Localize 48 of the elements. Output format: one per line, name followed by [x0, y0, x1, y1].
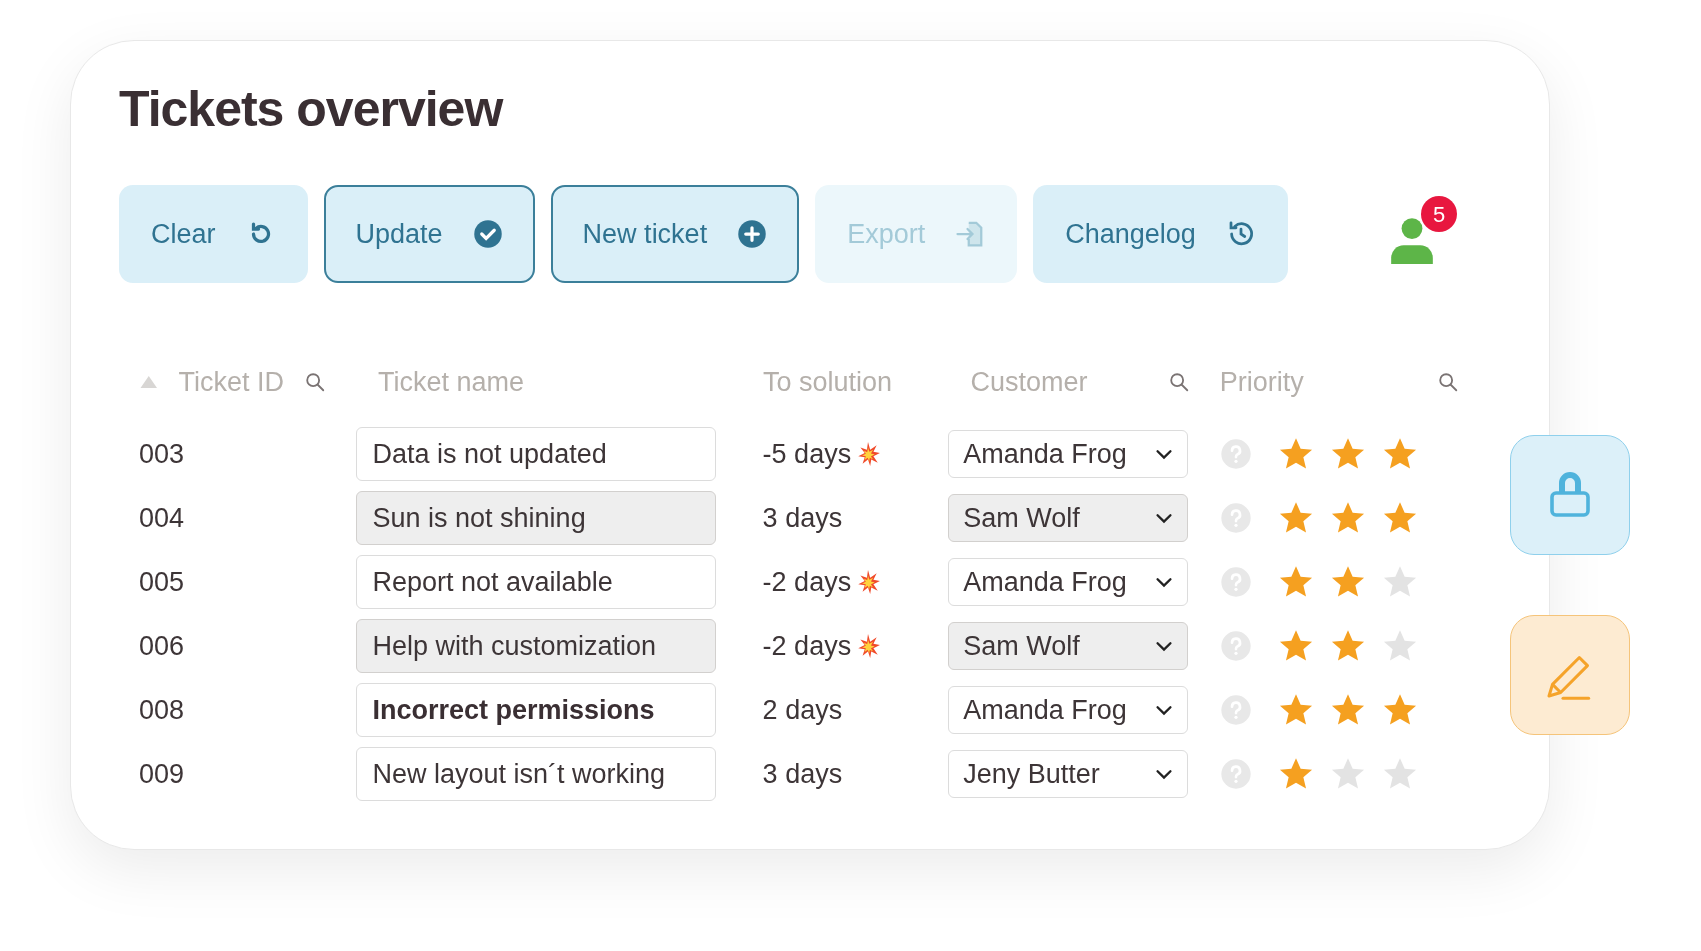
ticket-id: 005 [139, 566, 185, 597]
customer-select[interactable]: Amanda Frog [948, 430, 1189, 478]
customer-select[interactable]: Sam Wolf [948, 622, 1189, 670]
ticket-name: New layout isn´t working [372, 757, 666, 791]
lock-button[interactable] [1510, 435, 1630, 555]
ticket-name-cell[interactable]: Incorrect permissions [355, 683, 716, 737]
toolbar-button[interactable]: Update [323, 185, 535, 283]
ticket-name: Report not available [372, 565, 613, 599]
ticket-id: 003 [139, 438, 185, 469]
column-header: Priority [1219, 365, 1304, 399]
ticket-name-cell[interactable]: New layout isn´t working [355, 747, 716, 801]
customer-select[interactable]: Amanda Frog [948, 558, 1189, 606]
time-to-solution: 2 days [762, 693, 843, 727]
column-header: To solution [762, 365, 892, 399]
customer-select[interactable]: Jeny Butter [948, 750, 1189, 798]
search-icon[interactable] [1167, 371, 1190, 393]
edit-button[interactable] [1510, 615, 1630, 735]
ticket-name: Incorrect permissions [372, 693, 655, 727]
customer-select[interactable]: Amanda Frog [948, 686, 1189, 734]
ticket-name-cell[interactable]: Report not available [355, 555, 716, 609]
ticket-id: 006 [139, 630, 185, 661]
ticket-name-cell[interactable]: Help with customization [355, 619, 716, 673]
column-header: Ticket name [378, 365, 525, 399]
check-icon [472, 219, 503, 249]
customer-select[interactable]: Sam Wolf [948, 494, 1189, 542]
time-to-solution: 3 days [762, 501, 843, 535]
time-to-solution: 3 days [762, 757, 843, 791]
time-to-solution: -5 days [762, 437, 852, 471]
toolbar-button[interactable]: New ticket [550, 185, 800, 283]
ticket-name: Data is not updated [372, 437, 607, 471]
page-title: Tickets overview [119, 80, 503, 139]
ticket-name-cell[interactable]: Data is not updated [355, 427, 716, 481]
toolbar-button[interactable]: Changelog [1033, 185, 1288, 283]
column-header: Ticket ID [178, 365, 284, 399]
ticket-name: Sun is not shining [372, 501, 586, 535]
time-to-solution: -2 days [762, 629, 852, 663]
toolbar-button[interactable]: Clear [119, 185, 308, 283]
notification-badge: 5 [1421, 196, 1457, 232]
ticket-id: 008 [139, 694, 185, 725]
search-icon[interactable] [304, 371, 326, 393]
plus-icon [737, 219, 768, 249]
ticket-name: Help with customization [372, 629, 657, 663]
ticket-name-cell[interactable]: Sun is not shining [355, 491, 716, 545]
column-header: Customer [970, 365, 1088, 399]
time-to-solution: -2 days [762, 565, 852, 599]
search-icon[interactable] [1437, 371, 1459, 393]
ticket-id: 004 [139, 502, 185, 533]
ticket-id: 009 [139, 758, 185, 789]
